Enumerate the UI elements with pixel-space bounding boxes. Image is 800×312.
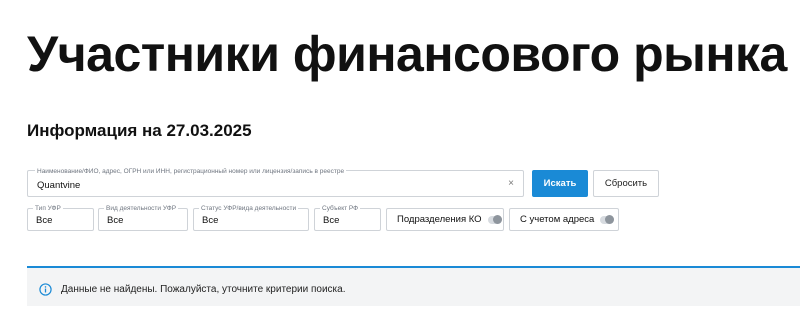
search-input[interactable] [37, 178, 497, 192]
toggle-with-address[interactable]: С учетом адреса [509, 208, 619, 231]
toggle-ko-branches[interactable]: Подразделения КО [386, 208, 504, 231]
search-field-label: Наименование/ФИО, адрес, ОГРН или ИНН, р… [35, 168, 347, 176]
toggle-switch[interactable] [600, 215, 615, 224]
no-results-notice: Данные не найдены. Пожалуйста, уточните … [27, 266, 800, 306]
notice-message: Данные не найдены. Пожалуйста, уточните … [61, 284, 346, 295]
toggle-knob [492, 215, 502, 224]
search-field[interactable]: Наименование/ФИО, адрес, ОГРН или ИНН, р… [27, 168, 524, 197]
reset-button[interactable]: Сбросить [593, 170, 659, 197]
filter-region[interactable]: Субъект РФ Все [314, 205, 381, 231]
filter-region-label: Субъект РФ [320, 205, 361, 213]
search-button[interactable]: Искать [532, 170, 588, 197]
filter-ufr-type[interactable]: Тип УФР Все [27, 205, 94, 231]
toggle-knob [605, 215, 615, 224]
filter-ufr-type-label: Тип УФР [33, 205, 63, 213]
filter-activity-type-label: Вид деятельности УФР [104, 205, 179, 213]
toggle-ko-branches-label: Подразделения КО [397, 214, 482, 225]
toggle-with-address-label: С учетом адреса [520, 214, 595, 225]
filter-activity-type[interactable]: Вид деятельности УФР Все [98, 205, 188, 231]
filter-status-value: Все [202, 215, 219, 226]
filter-activity-type-value: Все [107, 215, 124, 226]
filter-region-value: Все [323, 215, 340, 226]
filter-ufr-type-value: Все [36, 215, 53, 226]
filter-status-label: Статус УФР/вида деятельности [199, 205, 299, 213]
info-icon [39, 283, 52, 296]
toggle-switch[interactable] [487, 215, 502, 224]
info-date-heading: Информация на 27.03.2025 [27, 121, 252, 140]
page-title: Участники финансового рынка [27, 26, 787, 82]
filter-status[interactable]: Статус УФР/вида деятельности Все [193, 205, 309, 231]
clear-icon[interactable]: × [508, 178, 514, 190]
